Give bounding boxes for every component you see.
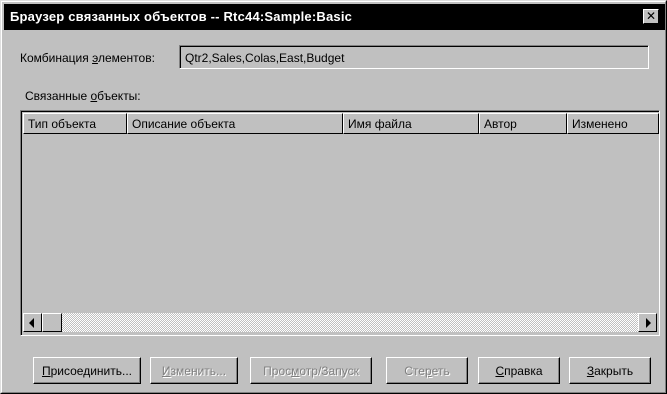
arrow-right-icon: [646, 318, 651, 328]
title-bar[interactable]: Браузер связанных объектов -- Rtc44:Samp…: [4, 4, 665, 30]
horizontal-scrollbar[interactable]: [23, 313, 657, 332]
scroll-left-button[interactable]: [23, 313, 42, 332]
list-body[interactable]: Тип объекта Описание объекта Имя файла А…: [21, 111, 659, 335]
view-launch-button[interactable]: Просмотр/Запуск: [250, 357, 372, 384]
attach-button[interactable]: Присоединить...: [33, 357, 141, 384]
linked-objects-list[interactable]: Тип объекта Описание объекта Имя файла А…: [20, 110, 660, 336]
help-button[interactable]: Справка: [478, 357, 560, 384]
combination-value: Qtr2,Sales,Colas,East,Budget: [180, 46, 648, 68]
linked-objects-label: Связанные объекты:: [25, 89, 141, 103]
column-header-modified[interactable]: Изменено: [567, 113, 659, 134]
edit-button[interactable]: Изменить...: [150, 357, 238, 384]
arrow-left-icon: [29, 318, 34, 328]
scroll-right-button[interactable]: [638, 313, 657, 332]
linked-objects-dialog: Браузер связанных объектов -- Rtc44:Samp…: [0, 0, 667, 394]
column-header-file-name[interactable]: Имя файла: [343, 113, 479, 134]
delete-button[interactable]: Стереть: [386, 357, 468, 384]
dialog-frame: Браузер связанных объектов -- Rtc44:Samp…: [1, 1, 666, 393]
scrollbar-thumb[interactable]: [42, 313, 62, 332]
combination-label: Комбинация элементов:: [20, 51, 155, 65]
combination-field: Qtr2,Sales,Colas,East,Budget: [179, 45, 649, 69]
close-window-button[interactable]: ✕: [643, 9, 659, 24]
column-header-object-type[interactable]: Тип объекта: [23, 113, 127, 134]
window-title: Браузер связанных объектов -- Rtc44:Samp…: [10, 9, 353, 24]
close-button[interactable]: Закрыть: [569, 357, 651, 384]
column-header-object-description[interactable]: Описание объекта: [127, 113, 343, 134]
close-icon: ✕: [645, 9, 657, 23]
column-header-author[interactable]: Автор: [479, 113, 567, 134]
list-header: Тип объекта Описание объекта Имя файла А…: [23, 113, 659, 134]
